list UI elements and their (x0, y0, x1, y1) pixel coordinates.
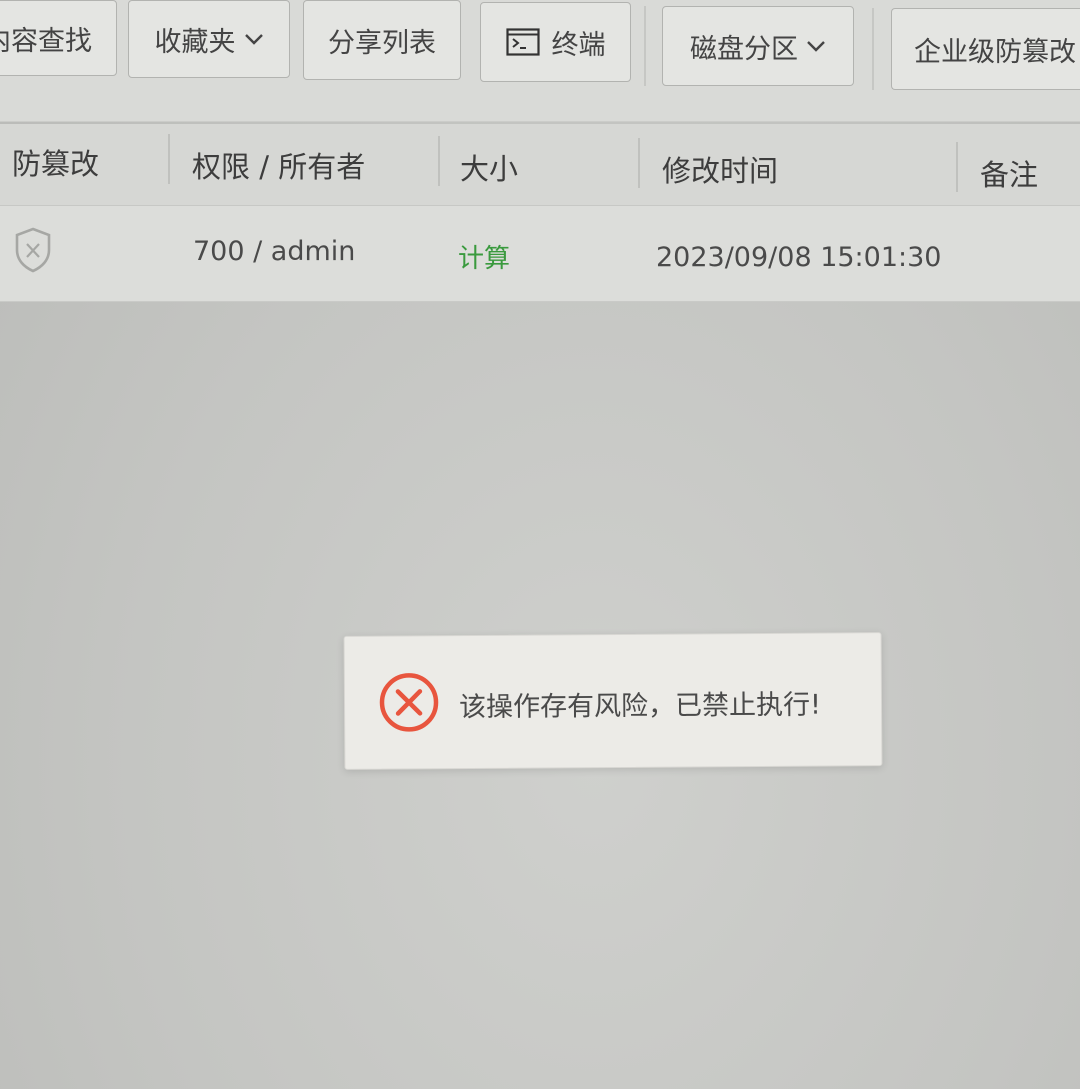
column-header-remark[interactable]: 备注 (980, 152, 1038, 194)
chevron-down-icon (806, 39, 826, 53)
error-toast: 该操作存有风险，已禁止执行! (343, 632, 883, 770)
modified-time-value: 2023/09/08 15:01:30 (656, 242, 942, 273)
error-circle-icon (377, 670, 441, 738)
toolbar-divider (644, 6, 646, 86)
terminal-icon (505, 28, 540, 56)
column-divider (638, 138, 640, 188)
terminal-label: 终端 (551, 29, 606, 61)
toast-message: 该操作存有风险，已禁止执行! (458, 689, 821, 724)
shield-x-icon[interactable] (12, 226, 54, 278)
content-search-button[interactable]: 内容查找 (0, 0, 117, 76)
chevron-down-icon (244, 32, 264, 46)
disk-partition-label: 磁盘分区 (690, 33, 798, 65)
enterprise-tamper-label: 企业级防篡改 (914, 36, 1076, 68)
terminal-button[interactable]: 终端 (480, 2, 631, 82)
share-list-label: 分享列表 (328, 27, 436, 59)
column-divider (438, 136, 440, 186)
column-header-tamper[interactable]: 防篡改 (12, 141, 99, 183)
enterprise-tamper-button[interactable]: 企业级防篡改 (891, 8, 1080, 90)
size-calculate-link[interactable]: 计算 (458, 238, 510, 275)
column-header-permission-owner[interactable]: 权限 / 所有者 (192, 144, 365, 186)
share-list-button[interactable]: 分享列表 (303, 0, 461, 80)
content-search-label: 内容查找 (0, 25, 92, 57)
favorites-label: 收藏夹 (154, 26, 236, 58)
table-header: 防篡改 权限 / 所有者 大小 修改时间 备注 (0, 124, 1080, 206)
toolbar: 内容查找 收藏夹 分享列表 终端 磁盘分区 企业级防篡改 (0, 0, 1080, 122)
column-divider (168, 134, 170, 184)
permission-owner-value: 700 / admin (193, 236, 356, 267)
toolbar-divider (872, 8, 874, 90)
disk-partition-dropdown-button[interactable]: 磁盘分区 (662, 6, 854, 86)
table-row[interactable]: 700 / admin 计算 2023/09/08 15:01:30 (0, 206, 1080, 302)
favorites-dropdown-button[interactable]: 收藏夹 (128, 0, 290, 78)
column-header-modified-time[interactable]: 修改时间 (662, 148, 778, 190)
column-divider (956, 142, 958, 192)
column-header-size[interactable]: 大小 (460, 146, 518, 188)
